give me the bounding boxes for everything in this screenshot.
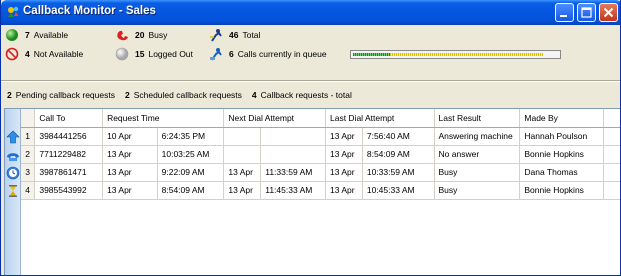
title-bar[interactable]: Callback Monitor - Sales	[1, 0, 620, 25]
header-filler	[603, 109, 620, 128]
stat-logged-out: 15 Logged Out	[115, 45, 193, 63]
summary-scheduled: 2 Scheduled callback requests	[124, 90, 242, 100]
clock-icon	[6, 166, 20, 180]
window-title: Callback Monitor - Sales	[23, 5, 156, 17]
stat-busy: 20 Busy	[115, 26, 167, 44]
stat-queue: 6 Calls currently in queue	[209, 45, 327, 63]
maximize-button[interactable]	[577, 3, 596, 22]
header-made-by[interactable]: Made By	[519, 109, 605, 128]
queue-level-bar	[350, 50, 561, 59]
hourglass-icon	[9, 185, 17, 197]
grey-circle-icon	[115, 47, 129, 61]
callback-table: Call To Request Time Next Dial Attempt L…	[21, 109, 620, 200]
header-last-dial-attempt[interactable]: Last Dial Attempt	[325, 109, 435, 128]
stat-total: 46 Total	[209, 26, 260, 44]
queue-icon	[210, 48, 222, 61]
close-icon	[603, 7, 614, 18]
no-entry-icon	[5, 47, 19, 61]
close-button[interactable]	[599, 3, 618, 22]
row-status-column	[5, 109, 21, 275]
stat-available: 7 Available	[5, 26, 68, 44]
header-request-time[interactable]: Request Time	[102, 109, 225, 128]
red-phone-icon	[117, 30, 128, 41]
callback-app-icon	[8, 6, 19, 17]
minimize-button[interactable]	[555, 3, 574, 22]
table-row[interactable]: 4 3985543992 13 Apr 8:54:09 AM 13 Apr 11…	[21, 181, 620, 200]
table-row[interactable]: 1 3984441256 10 Apr 6:24:35 PM 13 Apr 7:…	[21, 127, 620, 146]
queue-bar-yellow-segment	[390, 53, 543, 56]
header-next-dial-attempt[interactable]: Next Dial Attempt	[223, 109, 326, 128]
stat-not-available: 4 Not Available	[5, 45, 83, 63]
arrow-up-icon	[6, 130, 20, 144]
table-header-row: Call To Request Time Next Dial Attempt L…	[21, 109, 620, 128]
minimize-icon	[560, 15, 567, 17]
phone-ringing-icon	[7, 153, 19, 161]
header-call-to[interactable]: Call To	[34, 109, 104, 128]
agents-icon	[210, 29, 222, 42]
summary-pending: 2 Pending callback requests	[7, 90, 115, 100]
table-row[interactable]: 3 3987861471 13 Apr 9:22:09 AM 13 Apr 11…	[21, 163, 620, 182]
callback-monitor-window: Callback Monitor - Sales 7 Available 4 N…	[0, 0, 621, 276]
summary-total: 4 Callback requests - total	[251, 90, 352, 100]
table-row[interactable]: 2 7711229482 13 Apr 10:03:25 AM 13 Apr 8…	[21, 145, 620, 164]
maximize-icon	[581, 7, 592, 18]
header-last-result[interactable]: Last Result	[434, 109, 521, 128]
queue-bar-green-segment	[353, 53, 390, 56]
green-circle-icon	[6, 29, 18, 41]
callback-requests-grid[interactable]: Call To Request Time Next Dial Attempt L…	[4, 108, 620, 275]
header-rownum	[21, 109, 36, 128]
callback-summary: 2 Pending callback requests 2 Scheduled ca…	[1, 84, 620, 106]
